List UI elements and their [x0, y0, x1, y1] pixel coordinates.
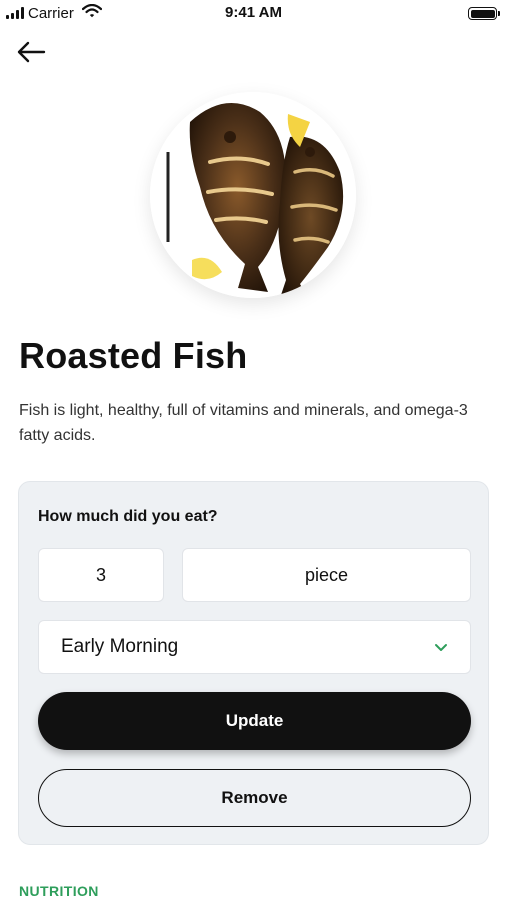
- dish-description: Fish is light, healthy, full of vitamins…: [19, 402, 468, 444]
- portion-question: How much did you eat?: [38, 508, 218, 525]
- meal-time-value: Early Morning: [61, 636, 179, 657]
- arrow-left-icon: [17, 41, 46, 63]
- chevron-down-icon: [435, 643, 447, 651]
- dish-image: [150, 92, 356, 298]
- status-time: 9:41 AM: [225, 4, 282, 21]
- nutrition-heading: NUTRITION: [19, 883, 99, 899]
- meal-time-select[interactable]: Early Morning: [38, 620, 471, 674]
- quantity-input[interactable]: 3: [38, 548, 164, 602]
- dish-title: Roasted Fish: [19, 335, 248, 376]
- remove-button[interactable]: Remove: [38, 769, 471, 827]
- status-bar: Carrier 9:41 AM: [0, 0, 507, 26]
- update-button[interactable]: Update: [38, 692, 471, 750]
- unit-select[interactable]: piece: [182, 548, 471, 602]
- battery-icon: [468, 7, 500, 20]
- back-button[interactable]: [16, 38, 48, 66]
- portion-card: How much did you eat? 3 piece Early Morn…: [18, 481, 489, 845]
